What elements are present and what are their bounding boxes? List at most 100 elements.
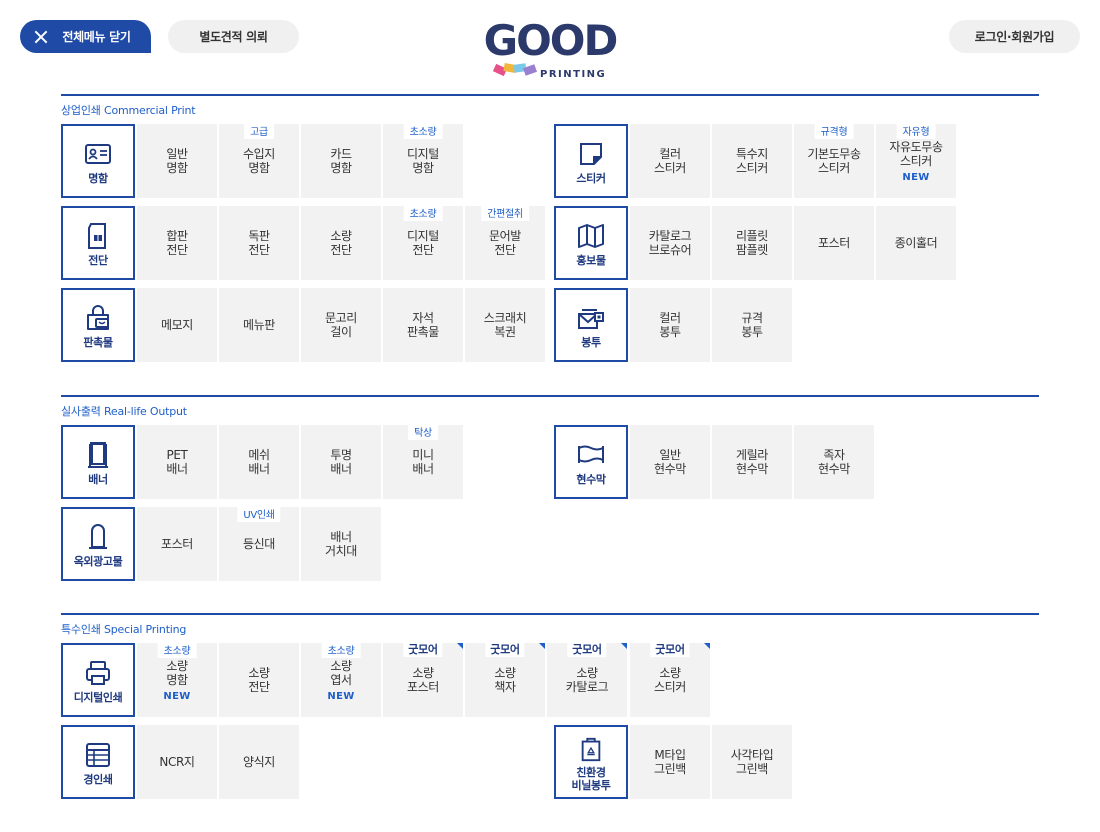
item-catalog-brochure[interactable]: 카탈로그 브로슈어 [630,206,710,280]
envelope-icon [578,309,604,329]
item-label: 메모지 [161,318,193,332]
item-label: 소량 카탈로그 [565,666,609,694]
item-life-size-standee[interactable]: UV인쇄 등신대 [219,505,299,581]
corner-marker [704,643,710,649]
item-color-envelope[interactable]: 컬러 봉투 [630,288,710,362]
item-label: M타입 그린백 [654,748,686,776]
item-import-paper-card[interactable]: 고급 수입지 명함 [219,122,299,198]
item-small-sticker[interactable]: 굿모어 소량 스티커 [630,641,710,717]
item-single-flyer[interactable]: 독판 전단 [219,206,299,280]
tag-goodmore-brand: 굿모어 [485,641,525,657]
item-pet-banner[interactable]: PET 배너 [137,425,217,499]
tag-small-qty: 초소량 [403,204,443,221]
item-outdoor-poster[interactable]: 포스터 [137,507,217,581]
corner-marker [457,643,463,649]
item-form-paper[interactable]: 양식지 [219,725,299,799]
login-signup-button[interactable]: 로그인·회원가입 [949,20,1080,53]
item-small-catalog[interactable]: 굿모어소량 카탈로그 [547,641,627,717]
item-special-paper-sticker[interactable]: 특수지 스티커 [712,124,792,198]
item-label: 사각타입 그린백 [730,748,774,776]
category-label: 경인쇄 [83,773,113,786]
item-label: 컬러 스티커 [654,147,686,175]
tag-goodmore-brand: 굿모어 [567,641,607,657]
item-menu-board[interactable]: 메뉴판 [219,288,299,362]
category-eco-bag[interactable]: 친환경 비닐봉투 [554,725,628,799]
category-label: 전단 [88,254,108,267]
item-m-type-greenbag[interactable]: M타입 그린백 [630,725,710,799]
item-scratch-ticket[interactable]: 스크래치 복권 [465,288,545,362]
category-label: 명함 [88,172,108,185]
item-label: 스크래치 복권 [483,311,527,339]
category-label: 홍보물 [576,254,606,267]
tag-small-qty: 초소량 [321,641,361,658]
item-label: 소량 명함 [166,658,188,687]
item-clear-banner[interactable]: 투명 배너 [301,425,381,499]
item-small-flyer[interactable]: 소량 전단 [301,206,381,280]
item-ncr-paper[interactable]: NCR지 [137,725,217,799]
item-banner-stand[interactable]: 배너 거치대 [301,507,381,581]
item-scroll-placard[interactable]: 족자 현수막 [794,425,874,499]
category-pr-material[interactable]: 홍보물 [554,206,628,280]
item-free-shape-sticker[interactable]: 자유형 자유도무송 스티커 NEW [876,122,956,198]
item-small-booklet[interactable]: 굿모어소량 책자 [465,641,545,717]
item-label: 소량 전단 [330,229,352,257]
item-paper-holder[interactable]: 종이홀더 [876,206,956,280]
item-card-type-card[interactable]: 카드 명함 [301,124,381,198]
item-mesh-banner[interactable]: 메쉬 배너 [219,425,299,499]
category-flyer[interactable]: 전단 [61,206,135,280]
category-digital-print[interactable]: 디지털인쇄 [61,643,135,717]
item-guerrilla-placard[interactable]: 게릴라 현수막 [712,425,792,499]
tag-basic-shape: 규격형 [814,122,854,139]
category-business-card[interactable]: 명함 [61,124,135,198]
item-color-sticker[interactable]: 컬러 스티커 [630,124,710,198]
item-label: 문고리 걸이 [325,311,357,339]
item-label: 소량 책자 [494,666,516,694]
category-sticker[interactable]: 스티커 [554,124,628,198]
tag-premium: 고급 [244,122,274,139]
item-leaflet-pamphlet[interactable]: 리플릿 팜플렛 [712,206,792,280]
item-label: 종이홀더 [894,236,938,250]
printer-icon [86,661,110,685]
item-small-poster[interactable]: 굿모어 소량 포스터 [383,641,463,717]
item-general-placard[interactable]: 일반 현수막 [630,425,710,499]
item-door-hanger[interactable]: 문고리 걸이 [301,288,381,362]
custom-quote-button[interactable]: 별도견적 의뢰 [168,20,299,53]
close-icon [34,30,48,44]
item-small-card[interactable]: 초소량 소량 명함 NEW [137,641,217,717]
item-small-flyer-digital[interactable]: 소량 전단 [219,643,299,717]
item-label: PET 배너 [166,448,188,476]
category-placard[interactable]: 현수막 [554,425,628,499]
item-poster[interactable]: 포스터 [794,206,874,280]
item-basic-shape-sticker[interactable]: 규격형 기본도무송 스티커 [794,122,874,198]
category-label: 봉투 [581,336,601,349]
item-mini-banner[interactable]: 탁상 미니 배너 [383,423,463,499]
item-standard-envelope[interactable]: 규격 봉투 [712,288,792,362]
category-envelope[interactable]: 봉투 [554,288,628,362]
section-title-reallife: 실사출력 Real-life Output [61,405,187,418]
item-memo-pad[interactable]: 메모지 [137,288,217,362]
tag-goodmore-brand: 굿모어 [650,641,690,657]
item-digital-card[interactable]: 초소량 디지털 명함 [383,122,463,198]
section-title-commercial: 상업인쇄 Commercial Print [61,104,196,117]
new-badge: NEW [327,690,355,702]
good-printing-logo[interactable]: GOOD PRINTING [478,16,622,86]
item-tearoff-flyer[interactable]: 간편절취 문어발 전단 [465,204,545,280]
section-title-special: 특수인쇄 Special Printing [61,623,187,636]
standee-icon [89,524,107,549]
table-form-icon [86,743,110,767]
category-banner[interactable]: 배너 [61,425,135,499]
category-light-print[interactable]: 경인쇄 [61,725,135,799]
item-magnet-promo[interactable]: 자석 판촉물 [383,288,463,362]
item-digital-flyer[interactable]: 초소량 디지털 전단 [383,204,463,280]
item-square-greenbag[interactable]: 사각타입 그린백 [712,725,792,799]
corner-marker [539,643,545,649]
map-icon [578,224,604,248]
item-general-card[interactable]: 일반 명함 [137,124,217,198]
category-promo[interactable]: 판촉물 [61,288,135,362]
category-outdoor-ad[interactable]: 옥외광고물 [61,507,135,581]
close-menu-label: 전체메뉴 닫기 [62,30,131,44]
item-combined-flyer[interactable]: 합판 전단 [137,206,217,280]
new-badge: NEW [902,171,930,183]
item-small-postcard[interactable]: 초소량 소량 엽서 NEW [301,641,381,717]
close-menu-button[interactable]: 전체메뉴 닫기 [20,20,151,53]
